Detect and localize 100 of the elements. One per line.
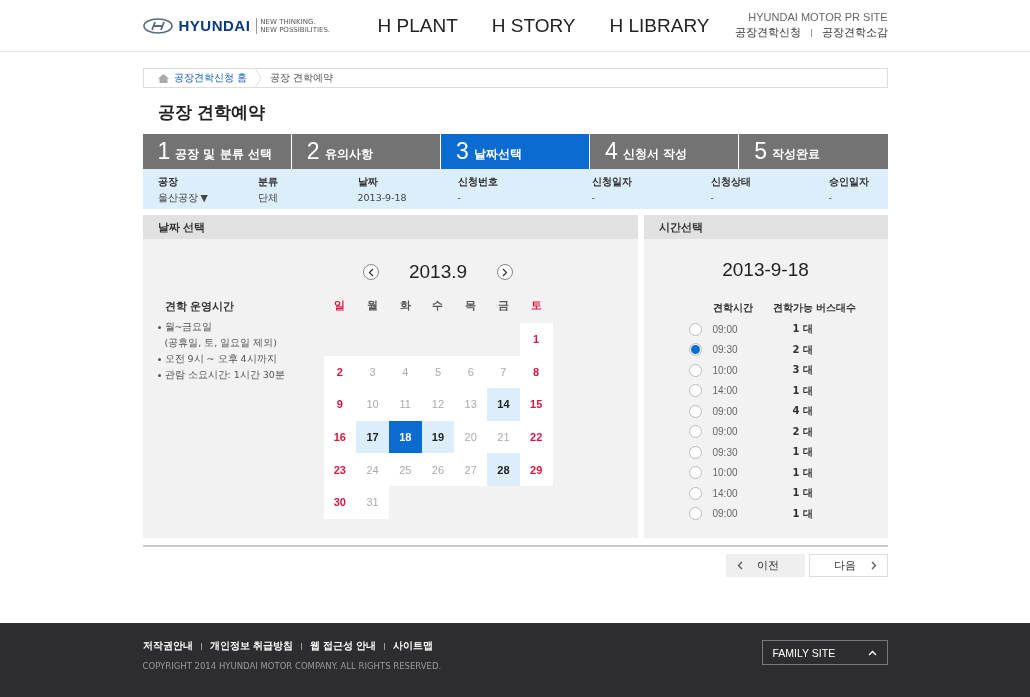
- chevron-right-icon: [870, 561, 877, 570]
- calendar-day: 6: [454, 355, 488, 389]
- copyright-text: COPYRIGHT 2014 HYUNDAI MOTOR COMPANY. ALL RIGHTS RESERVED.: [142, 661, 442, 671]
- logo-emblem-icon: [142, 17, 173, 34]
- bus-count: 1 대: [791, 486, 814, 501]
- footer-link[interactable]: 저작권안내: [142, 640, 193, 653]
- slot-time: 09:30: [712, 446, 739, 458]
- info-value: -: [710, 192, 715, 203]
- footer-link[interactable]: 웹 접근성 안내: [309, 640, 377, 653]
- bullet-icon: [157, 358, 161, 361]
- site-link[interactable]: 공장견학신청: [734, 26, 801, 40]
- time-radio[interactable]: [688, 322, 702, 336]
- slot-time: 10:00: [712, 467, 739, 479]
- next-month-button[interactable]: [497, 264, 514, 280]
- calendar-day: 7: [487, 355, 520, 389]
- step-tab[interactable]: 4 신청서 작성: [589, 134, 739, 169]
- bus-count: 2 대: [791, 342, 814, 357]
- calendar-day: 2: [323, 355, 357, 389]
- breadcrumb-link[interactable]: 공장견학신청 홈: [173, 71, 247, 85]
- bullet-icon: [157, 374, 161, 377]
- previous-month-button[interactable]: [362, 264, 379, 280]
- family-site-dropdown[interactable]: FAMILY SITE: [761, 640, 888, 665]
- column-header: 견학가능 버스대수: [772, 301, 857, 315]
- calendar-day[interactable]: 14: [487, 388, 520, 421]
- month-label: 2013.9: [408, 261, 468, 283]
- weekday-label: 목: [464, 299, 478, 313]
- calendar-day: 26: [421, 453, 455, 486]
- hours-note: 월~금요일 (공휴일, 토, 일요일 제외): [164, 320, 277, 350]
- time-radio[interactable]: [688, 486, 702, 500]
- bus-count: 3 대: [791, 363, 814, 378]
- previous-button[interactable]: 이전: [725, 554, 805, 577]
- slot-time: 14:00: [712, 487, 739, 499]
- footer-link[interactable]: 사이트맵: [393, 640, 434, 653]
- selected-date: 2013-9-18: [722, 259, 809, 281]
- bus-count: 2 대: [791, 424, 814, 439]
- next-button[interactable]: 다음: [808, 554, 888, 577]
- calendar-day[interactable]: 28: [487, 453, 520, 486]
- info-label: 신청번호: [457, 175, 499, 189]
- slot-time: 09:00: [712, 508, 739, 520]
- nav-link[interactable]: H STORY: [491, 14, 576, 37]
- info-value: -: [591, 192, 596, 203]
- time-radio[interactable]: [688, 404, 702, 418]
- step-tab[interactable]: 5 작성완료: [738, 134, 888, 169]
- info-label: 공장: [157, 175, 179, 189]
- weekday-label: 월: [366, 299, 380, 313]
- time-radio[interactable]: [688, 343, 702, 357]
- time-radio[interactable]: [688, 507, 702, 521]
- weekday-label: 화: [398, 299, 412, 313]
- step-tab[interactable]: 2 유의사항: [290, 134, 440, 169]
- info-label: 신청상태: [710, 175, 752, 189]
- calendar-day: 23: [323, 453, 357, 486]
- time-radio[interactable]: [688, 384, 702, 398]
- info-value: 울산공장 ▼: [157, 192, 209, 205]
- chevron-right-icon: [502, 267, 509, 277]
- calendar-day[interactable]: 17: [356, 420, 389, 454]
- column-header: 견학시간: [712, 301, 754, 315]
- calendar-day: 4: [388, 355, 422, 389]
- home-icon: [157, 73, 169, 83]
- calendar-day: 20: [454, 420, 488, 454]
- weekday-label: 일: [333, 299, 347, 313]
- brand-name: HYUNDAI: [178, 17, 251, 34]
- weekday-label: 수: [431, 299, 445, 313]
- calendar-day: 16: [323, 420, 357, 454]
- info-value: 2013-9-18: [357, 192, 408, 203]
- calendar-day: 15: [519, 388, 553, 421]
- info-label: 분류: [257, 175, 279, 189]
- panel-header: 날짜 선택: [142, 215, 638, 239]
- slot-time: 09:00: [712, 405, 739, 417]
- info-label: 날짜: [357, 175, 379, 189]
- info-value: -: [828, 192, 833, 203]
- calendar-day: 9: [323, 388, 357, 421]
- info-value: -: [457, 192, 462, 203]
- site-title: HYUNDAI MOTOR PR SITE: [747, 11, 888, 23]
- time-radio[interactable]: [688, 363, 702, 377]
- calendar-day: 30: [323, 485, 357, 519]
- calendar-day: 27: [454, 453, 488, 486]
- footer-link[interactable]: 개인정보 취급방침: [209, 640, 293, 653]
- bus-count: 4 대: [791, 404, 814, 419]
- time-radio[interactable]: [688, 445, 702, 459]
- step-tab[interactable]: 1 공장 및 분류 선택: [142, 134, 291, 169]
- calendar-day: 12: [421, 388, 455, 421]
- nav-link[interactable]: H LIBRARY: [609, 14, 710, 37]
- step-tab[interactable]: 3 날짜선택: [439, 134, 590, 169]
- slot-time: 10:00: [712, 364, 739, 376]
- time-radio[interactable]: [688, 466, 702, 480]
- hours-note: 오전 9시 ~ 오후 4시까지: [164, 352, 277, 366]
- calendar-day: 29: [519, 453, 553, 486]
- calendar-day: 11: [388, 388, 422, 421]
- slot-time: 09:00: [712, 426, 739, 438]
- chevron-left-icon: [367, 267, 374, 277]
- calendar-day: 21: [487, 420, 520, 454]
- time-radio[interactable]: [688, 425, 702, 439]
- nav-link[interactable]: H PLANT: [377, 14, 458, 37]
- page-title: 공장 견학예약: [157, 101, 267, 124]
- hours-note: 관람 소요시간: 1시간 30분: [164, 368, 285, 382]
- info-label: 승인일자: [828, 175, 870, 189]
- bus-count: 1 대: [791, 465, 814, 480]
- site-link[interactable]: 공장견학소감: [821, 26, 888, 40]
- bullet-icon: [157, 326, 161, 329]
- bus-count: 1 대: [791, 383, 814, 398]
